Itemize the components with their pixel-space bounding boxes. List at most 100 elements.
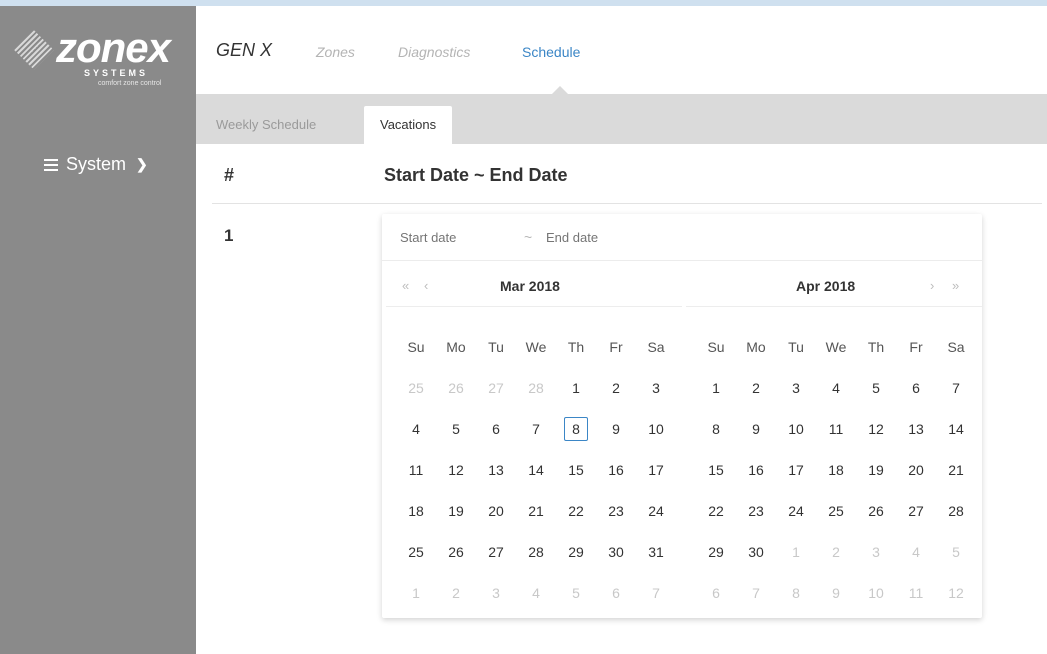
calendar-right-title[interactable]: Apr 2018 (796, 278, 855, 294)
day-cell[interactable]: 21 (516, 490, 556, 531)
day-cell[interactable]: 6 (596, 572, 636, 613)
day-cell[interactable]: 13 (896, 408, 936, 449)
tab-weekly-schedule[interactable]: Weekly Schedule (200, 106, 332, 144)
day-cell[interactable]: 15 (556, 449, 596, 490)
day-cell[interactable]: 19 (856, 449, 896, 490)
day-cell[interactable]: 5 (556, 572, 596, 613)
prev-month-icon[interactable]: ‹ (424, 278, 428, 293)
day-cell[interactable]: 11 (816, 408, 856, 449)
calendar-left-title[interactable]: Mar 2018 (500, 278, 560, 294)
day-cell[interactable]: 8 (776, 572, 816, 613)
day-cell[interactable]: 6 (476, 408, 516, 449)
end-date-input[interactable] (546, 230, 646, 245)
day-cell[interactable]: 10 (636, 408, 676, 449)
day-cell[interactable]: 8 (696, 408, 736, 449)
day-cell[interactable]: 24 (636, 490, 676, 531)
day-cell[interactable]: 5 (936, 531, 976, 572)
day-cell[interactable]: 2 (816, 531, 856, 572)
day-cell[interactable]: 4 (896, 531, 936, 572)
day-cell[interactable]: 5 (436, 408, 476, 449)
day-cell[interactable]: 4 (396, 408, 436, 449)
day-cell[interactable]: 23 (736, 490, 776, 531)
start-date-input[interactable] (400, 230, 500, 245)
day-cell[interactable]: 26 (436, 367, 476, 408)
day-cell[interactable]: 29 (696, 531, 736, 572)
day-cell[interactable]: 1 (776, 531, 816, 572)
day-cell[interactable]: 14 (936, 408, 976, 449)
day-cell[interactable]: 19 (436, 490, 476, 531)
day-cell[interactable]: 6 (896, 367, 936, 408)
day-cell[interactable]: 13 (476, 449, 516, 490)
day-cell[interactable]: 26 (436, 531, 476, 572)
day-cell[interactable]: 27 (476, 367, 516, 408)
day-cell[interactable]: 12 (936, 572, 976, 613)
day-cell[interactable]: 20 (896, 449, 936, 490)
nav-diagnostics[interactable]: Diagnostics (398, 44, 470, 60)
day-cell[interactable]: 24 (776, 490, 816, 531)
day-cell[interactable]: 31 (636, 531, 676, 572)
day-cell[interactable]: 28 (516, 531, 556, 572)
day-cell[interactable]: 17 (636, 449, 676, 490)
day-cell[interactable]: 6 (696, 572, 736, 613)
day-cell[interactable]: 18 (396, 490, 436, 531)
day-cell[interactable]: 16 (596, 449, 636, 490)
day-cell[interactable]: 20 (476, 490, 516, 531)
system-menu-toggle[interactable]: System ❯ (44, 154, 148, 175)
day-cell[interactable]: 26 (856, 490, 896, 531)
day-cell[interactable]: 2 (596, 367, 636, 408)
day-cell[interactable]: 7 (736, 572, 776, 613)
day-cell[interactable]: 11 (396, 449, 436, 490)
day-cell[interactable]: 1 (696, 367, 736, 408)
day-cell[interactable]: 3 (776, 367, 816, 408)
day-number: 9 (612, 420, 620, 437)
day-cell[interactable]: 21 (936, 449, 976, 490)
day-cell[interactable]: 12 (436, 449, 476, 490)
day-cell[interactable]: 12 (856, 408, 896, 449)
tab-vacations[interactable]: Vacations (364, 106, 453, 144)
day-cell[interactable]: 16 (736, 449, 776, 490)
day-cell[interactable]: 18 (816, 449, 856, 490)
day-cell[interactable]: 14 (516, 449, 556, 490)
day-cell[interactable]: 30 (736, 531, 776, 572)
prev-year-icon[interactable]: « (402, 278, 409, 293)
day-cell[interactable]: 30 (596, 531, 636, 572)
day-cell[interactable]: 10 (776, 408, 816, 449)
day-cell[interactable]: 17 (776, 449, 816, 490)
day-cell[interactable]: 7 (936, 367, 976, 408)
day-cell[interactable]: 15 (696, 449, 736, 490)
day-cell[interactable]: 10 (856, 572, 896, 613)
day-cell[interactable]: 2 (736, 367, 776, 408)
day-cell[interactable]: 9 (816, 572, 856, 613)
nav-schedule[interactable]: Schedule (522, 44, 580, 60)
day-cell[interactable]: 25 (396, 367, 436, 408)
day-cell[interactable]: 25 (816, 490, 856, 531)
day-cell[interactable]: 2 (436, 572, 476, 613)
day-cell[interactable]: 7 (636, 572, 676, 613)
day-cell[interactable]: 27 (476, 531, 516, 572)
day-cell[interactable]: 28 (516, 367, 556, 408)
day-cell[interactable]: 4 (516, 572, 556, 613)
day-cell[interactable]: 4 (816, 367, 856, 408)
day-cell[interactable]: 3 (636, 367, 676, 408)
day-cell[interactable]: 28 (936, 490, 976, 531)
day-cell[interactable]: 1 (556, 367, 596, 408)
day-cell[interactable]: 23 (596, 490, 636, 531)
day-cell[interactable]: 22 (556, 490, 596, 531)
day-cell[interactable]: 27 (896, 490, 936, 531)
next-month-icon[interactable]: › (930, 278, 934, 293)
day-cell[interactable]: 22 (696, 490, 736, 531)
day-cell[interactable]: 25 (396, 531, 436, 572)
day-cell[interactable]: 29 (556, 531, 596, 572)
day-cell[interactable]: 1 (396, 572, 436, 613)
day-cell[interactable]: 3 (476, 572, 516, 613)
day-cell[interactable]: 5 (856, 367, 896, 408)
nav-zones[interactable]: Zones (316, 44, 355, 60)
day-cell[interactable]: 7 (516, 408, 556, 449)
day-cell[interactable]: 8 (556, 408, 596, 449)
day-cell[interactable]: 9 (736, 408, 776, 449)
day-cell[interactable]: 11 (896, 572, 936, 613)
day-cell[interactable]: 9 (596, 408, 636, 449)
zonex-logo[interactable]: zonex SYSTEMS comfort zone control (10, 24, 190, 102)
next-year-icon[interactable]: » (952, 278, 959, 293)
day-cell[interactable]: 3 (856, 531, 896, 572)
